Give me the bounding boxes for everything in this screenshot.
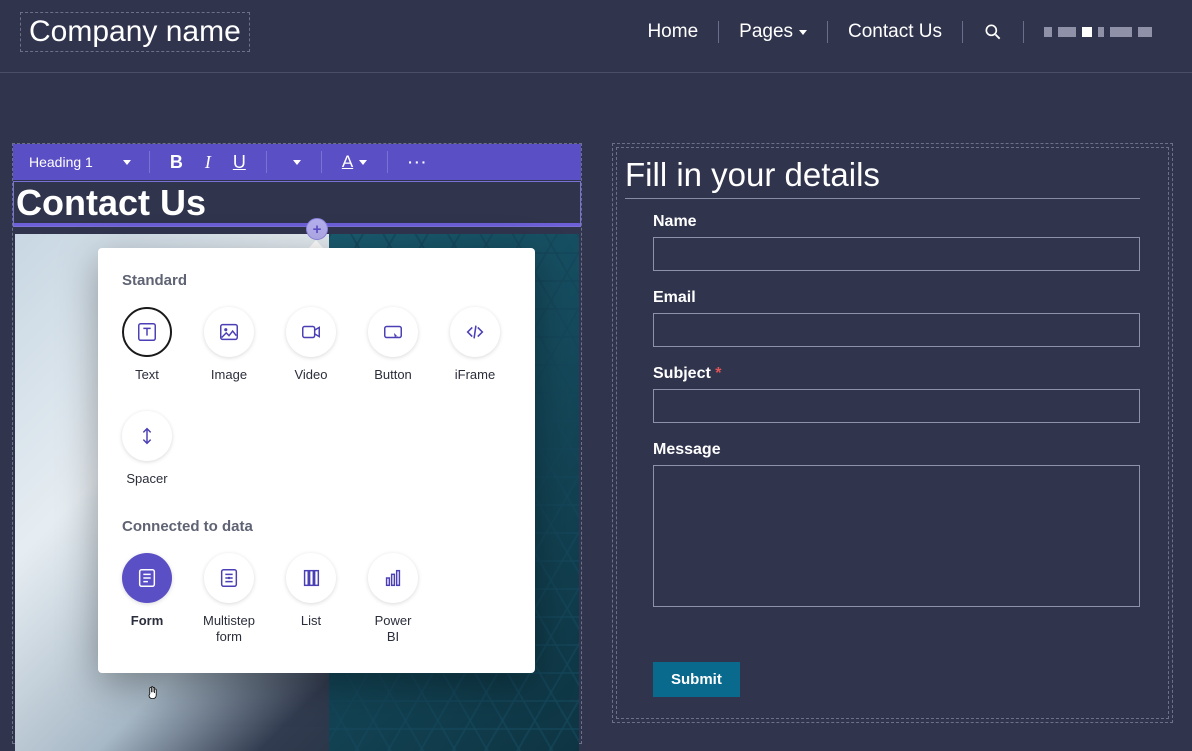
picker-list[interactable]: List xyxy=(286,553,336,646)
nav-home[interactable]: Home xyxy=(627,21,718,43)
chevron-down-icon xyxy=(293,160,301,165)
nav-pages-label: Pages xyxy=(739,21,793,43)
label-email: Email xyxy=(653,289,1140,307)
picker-multistep-form[interactable]: Multistep form xyxy=(204,553,254,646)
search-icon xyxy=(983,22,1003,42)
field-message: Message xyxy=(653,441,1140,612)
field-name: Name xyxy=(653,213,1140,271)
list-icon xyxy=(300,567,322,589)
input-subject[interactable] xyxy=(653,389,1140,423)
chart-icon xyxy=(382,567,404,589)
text-icon xyxy=(136,321,158,343)
picker-button[interactable]: Button xyxy=(368,307,418,383)
bold-button[interactable]: B xyxy=(162,148,191,177)
submit-button[interactable]: Submit xyxy=(653,662,740,697)
button-icon xyxy=(382,321,404,343)
picker-section-standard: Standard xyxy=(122,272,511,289)
style-dropdown[interactable]: Heading 1 xyxy=(23,154,137,170)
label-message: Message xyxy=(653,441,1140,459)
label-name: Name xyxy=(653,213,1140,231)
video-icon xyxy=(300,321,322,343)
underline-button[interactable]: U xyxy=(225,148,254,177)
style-dropdown-label: Heading 1 xyxy=(29,154,93,170)
nav-contact[interactable]: Contact Us xyxy=(828,21,962,43)
form-title: Fill in your details xyxy=(625,156,1140,199)
picker-video[interactable]: Video xyxy=(286,307,336,383)
picker-iframe[interactable]: iFrame xyxy=(450,307,500,383)
company-name[interactable]: Company name xyxy=(20,12,250,52)
popover-caret xyxy=(309,240,323,248)
input-name[interactable] xyxy=(653,237,1140,271)
more-button[interactable]: ··· xyxy=(400,150,436,174)
text-toolbar: Heading 1 B I U A ··· xyxy=(13,144,581,180)
image-icon xyxy=(218,321,240,343)
picker-powerbi[interactable]: Power BI xyxy=(368,553,418,646)
picker-image[interactable]: Image xyxy=(204,307,254,383)
required-marker: * xyxy=(715,365,721,382)
page-heading[interactable]: Contact Us xyxy=(14,182,580,226)
content-block-left: Heading 1 B I U A ··· Contact Us xyxy=(12,143,582,744)
input-email[interactable] xyxy=(653,313,1140,347)
insert-component-button[interactable] xyxy=(306,218,328,240)
search-button[interactable] xyxy=(963,22,1023,42)
input-message[interactable] xyxy=(653,465,1140,607)
chevron-down-icon xyxy=(799,30,807,35)
nav-pages[interactable]: Pages xyxy=(719,21,827,43)
align-button[interactable] xyxy=(279,156,309,169)
chevron-down-icon xyxy=(359,160,367,165)
picker-text[interactable]: Text xyxy=(122,307,172,383)
multistep-form-icon xyxy=(218,567,240,589)
field-email: Email xyxy=(653,289,1140,347)
picker-form[interactable]: Form xyxy=(122,553,172,646)
content-block-right: Fill in your details Name Email Subject … xyxy=(612,143,1173,723)
form-icon xyxy=(136,567,158,589)
picker-spacer[interactable]: Spacer xyxy=(122,411,172,487)
top-nav: Home Pages Contact Us xyxy=(627,21,1172,43)
code-icon xyxy=(464,321,486,343)
italic-button[interactable]: I xyxy=(197,148,219,177)
heading-editor[interactable]: Contact Us xyxy=(13,181,581,227)
field-subject: Subject * xyxy=(653,365,1140,423)
component-picker: Standard Text Image Video Button xyxy=(98,248,535,673)
label-subject: Subject * xyxy=(653,365,1140,383)
social-links[interactable] xyxy=(1024,27,1172,37)
spacer-icon xyxy=(136,425,158,447)
chevron-down-icon xyxy=(123,160,131,165)
font-color-button[interactable]: A xyxy=(334,148,375,176)
picker-section-connected: Connected to data xyxy=(122,518,511,535)
